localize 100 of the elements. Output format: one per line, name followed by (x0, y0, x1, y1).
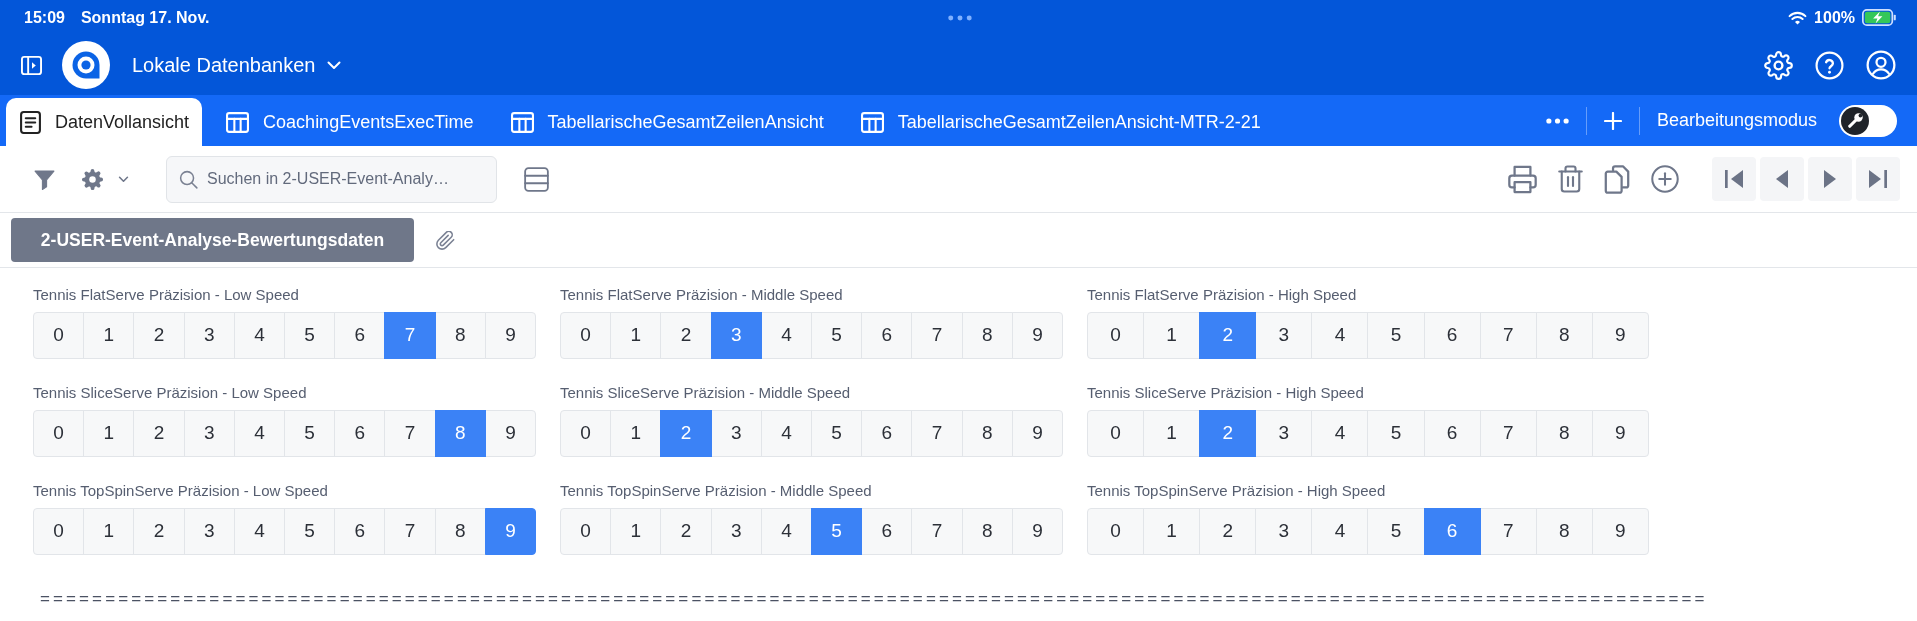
rating-option[interactable]: 7 (911, 410, 963, 457)
rating-option[interactable]: 2 (660, 410, 712, 457)
first-record-button[interactable] (1712, 157, 1756, 201)
dots-icon[interactable] (948, 14, 972, 21)
rating-option[interactable]: 5 (284, 410, 336, 457)
database-selector[interactable]: Lokale Datenbanken (132, 50, 342, 80)
rating-option[interactable]: 4 (233, 410, 285, 457)
rating-option[interactable]: 3 (183, 410, 235, 457)
settings-icon[interactable] (1764, 50, 1793, 80)
rating-option[interactable]: 9 (484, 410, 537, 457)
rating-option[interactable]: 8 (434, 508, 486, 555)
trash-icon[interactable] (1558, 165, 1583, 193)
rating-option[interactable]: 2 (1199, 312, 1257, 359)
rating-option[interactable]: 0 (33, 508, 85, 555)
rating-option[interactable]: 8 (434, 312, 486, 359)
rating-option[interactable]: 8 (1535, 312, 1593, 359)
rating-option[interactable]: 4 (1311, 312, 1369, 359)
rating-option[interactable]: 3 (710, 508, 762, 555)
rating-option[interactable]: 6 (334, 508, 386, 555)
rating-option[interactable]: 5 (1367, 508, 1425, 555)
help-icon[interactable] (1815, 50, 1844, 80)
rating-option[interactable]: 5 (811, 410, 863, 457)
rating-option[interactable]: 4 (1311, 508, 1369, 555)
rating-option[interactable]: 3 (183, 508, 235, 555)
rating-option[interactable]: 3 (710, 312, 762, 359)
rating-option[interactable]: 2 (660, 312, 712, 359)
rating-option[interactable]: 1 (610, 508, 662, 555)
rating-option[interactable]: 4 (233, 312, 285, 359)
rating-option[interactable]: 0 (560, 312, 612, 359)
rating-option[interactable]: 7 (911, 508, 963, 555)
rating-option[interactable]: 0 (1087, 410, 1145, 457)
edit-mode-toggle[interactable] (1839, 104, 1897, 137)
print-icon[interactable] (1508, 164, 1537, 194)
rating-option[interactable]: 3 (1255, 410, 1313, 457)
rating-option[interactable]: 3 (1255, 312, 1313, 359)
rating-option[interactable]: 9 (484, 312, 537, 359)
rating-option[interactable]: 4 (760, 410, 812, 457)
next-record-button[interactable] (1808, 157, 1852, 201)
rating-option[interactable]: 4 (233, 508, 285, 555)
rating-option[interactable]: 4 (1311, 410, 1369, 457)
rating-option[interactable]: 3 (1255, 508, 1313, 555)
rating-option[interactable]: 2 (133, 508, 185, 555)
rating-option[interactable]: 5 (811, 508, 863, 555)
tab[interactable]: DatenVollansicht (6, 98, 203, 146)
rating-option[interactable]: 6 (1423, 312, 1481, 359)
plus-icon[interactable] (1603, 111, 1622, 130)
paperclip-icon[interactable] (436, 230, 455, 250)
rating-option[interactable]: 7 (384, 508, 436, 555)
rating-option[interactable]: 8 (434, 410, 486, 457)
rating-option[interactable]: 8 (961, 312, 1013, 359)
rating-option[interactable]: 2 (660, 508, 712, 555)
rating-option[interactable]: 0 (33, 410, 85, 457)
rating-option[interactable]: 0 (1087, 508, 1145, 555)
rating-option[interactable]: 9 (1591, 312, 1649, 359)
rating-option[interactable]: 7 (1479, 508, 1537, 555)
rating-option[interactable]: 0 (560, 410, 612, 457)
rating-option[interactable]: 9 (1011, 508, 1064, 555)
rating-option[interactable]: 6 (861, 312, 913, 359)
rating-option[interactable]: 1 (1143, 312, 1201, 359)
add-circle-icon[interactable] (1651, 165, 1679, 193)
rating-option[interactable]: 8 (961, 508, 1013, 555)
rating-option[interactable]: 4 (760, 508, 812, 555)
rating-option[interactable]: 8 (961, 410, 1013, 457)
rating-option[interactable]: 9 (1591, 508, 1649, 555)
rating-option[interactable]: 6 (334, 312, 386, 359)
more-icon[interactable] (1545, 117, 1569, 124)
previous-record-button[interactable] (1760, 157, 1804, 201)
tab[interactable]: TabellarischeGesamtZeilenAnsicht (496, 98, 837, 146)
rating-option[interactable]: 6 (861, 410, 913, 457)
rating-option[interactable]: 0 (560, 508, 612, 555)
user-icon[interactable] (1866, 50, 1896, 80)
rating-option[interactable]: 1 (83, 508, 135, 555)
rating-option[interactable]: 6 (861, 508, 913, 555)
rating-option[interactable]: 9 (484, 508, 537, 555)
rating-option[interactable]: 2 (1199, 410, 1257, 457)
last-record-button[interactable] (1856, 157, 1900, 201)
settings-icon[interactable] (81, 167, 104, 191)
rating-option[interactable]: 9 (1011, 410, 1064, 457)
rating-option[interactable]: 7 (911, 312, 963, 359)
rating-option[interactable]: 1 (1143, 410, 1201, 457)
copy-icon[interactable] (1604, 164, 1630, 194)
rating-option[interactable]: 1 (83, 410, 135, 457)
rating-option[interactable]: 5 (811, 312, 863, 359)
tab[interactable]: CoachingEventsExecTime (212, 98, 487, 146)
filter-icon[interactable] (34, 168, 55, 190)
rating-option[interactable]: 6 (1423, 508, 1481, 555)
rating-option[interactable]: 7 (384, 410, 436, 457)
rating-option[interactable]: 3 (183, 312, 235, 359)
tab[interactable]: TabellarischeGesamtZeilenAnsicht-MTR-2-21 (846, 98, 1274, 146)
rating-option[interactable]: 0 (33, 312, 85, 359)
rating-option[interactable]: 8 (1535, 508, 1593, 555)
rating-option[interactable]: 5 (1367, 410, 1425, 457)
rows-icon[interactable] (524, 166, 549, 192)
rating-option[interactable]: 0 (1087, 312, 1145, 359)
rating-option[interactable]: 5 (284, 508, 336, 555)
rating-option[interactable]: 7 (1479, 312, 1537, 359)
rating-option[interactable]: 9 (1011, 312, 1064, 359)
rating-option[interactable]: 6 (334, 410, 386, 457)
rating-option[interactable]: 8 (1535, 410, 1593, 457)
rating-option[interactable]: 5 (284, 312, 336, 359)
